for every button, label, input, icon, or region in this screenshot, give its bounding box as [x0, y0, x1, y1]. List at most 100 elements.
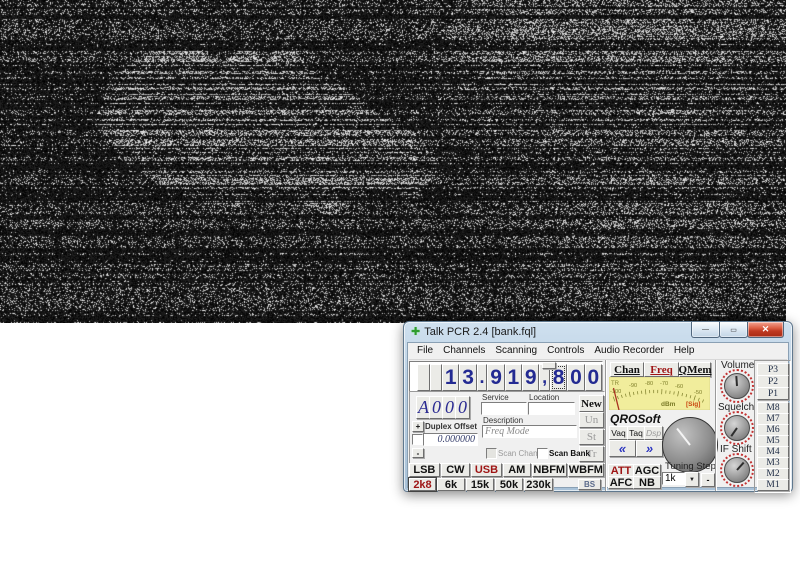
tuning-minus-button[interactable]: - [701, 473, 715, 487]
menu-channels[interactable]: Channels [438, 344, 490, 357]
memory-buttons-panel: P3 P2 P1 M8 M7 M6 M5 M4 M3 M2 M1 [754, 360, 791, 493]
mode-lsb[interactable]: LSB [409, 463, 440, 477]
mode-row: LSB CW USB AM NBFM WBFM [409, 463, 604, 477]
st-button[interactable]: St [579, 429, 604, 445]
tab-freq[interactable]: Freq [644, 362, 679, 377]
freq-digit[interactable]: 9 [522, 364, 540, 391]
new-button[interactable]: New [579, 395, 604, 412]
minimize-button[interactable]: — [691, 322, 720, 338]
maximize-icon: ▭ [730, 326, 737, 334]
vaq-button[interactable]: Vaq [609, 426, 628, 440]
svg-text:-50: -50 [694, 390, 702, 396]
duplex-offset-value[interactable]: 0.000000 [423, 433, 478, 446]
divider [605, 360, 607, 491]
tab-chan[interactable]: Chan [610, 362, 644, 377]
menu-audio-recorder[interactable]: Audio Recorder [589, 344, 668, 357]
menu-help[interactable]: Help [669, 344, 700, 357]
nb-button[interactable]: NB [633, 476, 661, 489]
svg-text:-90: -90 [629, 383, 637, 389]
menu-file[interactable]: File [412, 344, 438, 357]
dsp-button[interactable]: Dsp [644, 426, 663, 440]
window-title: Talk PCR 2.4 [bank.fql] [424, 326, 537, 338]
freq-digit[interactable]: 9 [487, 364, 505, 391]
step-down-button[interactable]: « [609, 440, 636, 457]
un-button[interactable]: Un [579, 412, 604, 428]
tab-qmem[interactable]: QMem [679, 362, 712, 377]
digit-spinner[interactable] [542, 362, 556, 369]
brand-label: QROSoft [610, 412, 661, 426]
divider [715, 360, 717, 491]
channel-panel: A 0 0 0 Service Location Description New… [409, 391, 605, 464]
afc-button[interactable]: AFC [608, 476, 634, 489]
static-noise-image [0, 0, 786, 323]
menu-controls[interactable]: Controls [542, 344, 589, 357]
scan-chan-label: Scan Chan [498, 449, 538, 458]
tuning-step-select[interactable]: 1k [662, 472, 685, 485]
chevron-down-icon: ▼ [689, 476, 695, 483]
volume-knob-dial [724, 373, 750, 399]
scan-bank-label: Scan Bank [549, 449, 590, 458]
filter-6k[interactable]: 6k [437, 478, 465, 491]
mode-cw[interactable]: CW [440, 463, 471, 477]
service-input[interactable] [481, 402, 527, 415]
if-shift-knob-dial [724, 457, 750, 483]
squelch-knob-dial [724, 415, 750, 441]
talk-pcr-window: ✚ Talk PCR 2.4 [bank.fql] — ▭ ✕ File Cha… [403, 321, 793, 493]
location-label: Location [529, 393, 560, 402]
freq-digit[interactable]: 1 [442, 364, 460, 391]
taq-button[interactable]: Taq [627, 426, 645, 440]
duplex-minus-button[interactable]: - [412, 448, 424, 458]
channel-cell[interactable]: 0 [455, 396, 470, 419]
scan-bank-checkbox[interactable] [537, 448, 548, 459]
service-label: Service [482, 393, 509, 402]
volume-knob[interactable] [720, 369, 754, 403]
svg-text:-60: -60 [675, 384, 683, 390]
svg-text:dBm: dBm [661, 401, 676, 408]
mode-usb[interactable]: USB [471, 463, 502, 477]
squelch-knob[interactable] [720, 411, 754, 445]
freq-digit[interactable]: 0 [567, 364, 585, 391]
close-button[interactable]: ✕ [747, 322, 784, 338]
desktop: ✚ Talk PCR 2.4 [bank.fql] — ▭ ✕ File Cha… [0, 0, 800, 570]
frequency-display: 1 3 . 9 1 9 , 8 0 0 [409, 361, 603, 392]
tuning-step-dropdown-button[interactable]: ▼ [685, 472, 699, 487]
filter-15k[interactable]: 15k [466, 478, 494, 491]
filter-230k[interactable]: 230k [524, 478, 553, 491]
svg-text:TR: TR [611, 381, 620, 387]
svg-text:[Sig]: [Sig] [686, 401, 700, 408]
m1-button[interactable]: M1 [757, 479, 789, 491]
filter-50k[interactable]: 50k [495, 478, 523, 491]
description-input[interactable] [482, 425, 577, 438]
freq-digit[interactable] [429, 364, 443, 391]
menu-bar: File Channels Scanning Controls Audio Re… [408, 343, 788, 358]
duplex-plus-button[interactable]: + [412, 421, 424, 432]
freq-digit[interactable] [417, 364, 430, 391]
filter-2k8[interactable]: 2k8 [408, 477, 437, 492]
app-icon: ✚ [411, 325, 421, 338]
freq-digit[interactable]: 3 [459, 364, 477, 391]
freq-separator: . [476, 364, 488, 391]
client-area: File Channels Scanning Controls Audio Re… [407, 342, 791, 493]
mode-am[interactable]: AM [502, 463, 531, 477]
svg-text:-70: -70 [660, 381, 668, 387]
p1-button[interactable]: P1 [757, 387, 789, 400]
description-label: Description [483, 416, 524, 425]
maximize-button[interactable]: ▭ [719, 322, 748, 338]
minimize-icon: — [702, 326, 709, 333]
if-shift-knob[interactable] [720, 453, 754, 487]
caption-buttons: — ▭ ✕ [691, 322, 784, 338]
mode-wbfm[interactable]: WBFM [567, 463, 604, 477]
freq-digit[interactable]: 1 [504, 364, 523, 391]
tuning-step-label: Tuning Step [665, 461, 716, 472]
scan-chan-checkbox[interactable] [486, 448, 497, 459]
svg-text:-80: -80 [645, 381, 653, 387]
step-up-button[interactable]: » [636, 440, 663, 457]
duplex-checkbox[interactable] [412, 434, 423, 445]
mode-nbfm[interactable]: NBFM [531, 463, 567, 477]
bs-button[interactable]: BS [578, 479, 601, 490]
location-input[interactable] [528, 402, 575, 415]
duplex-offset-label: Duplex Offset [425, 422, 478, 431]
filter-row: 2k8 6k 15k 50k 230k BS [408, 477, 604, 492]
menu-scanning[interactable]: Scanning [490, 344, 542, 357]
freq-digit[interactable]: 0 [584, 364, 602, 391]
